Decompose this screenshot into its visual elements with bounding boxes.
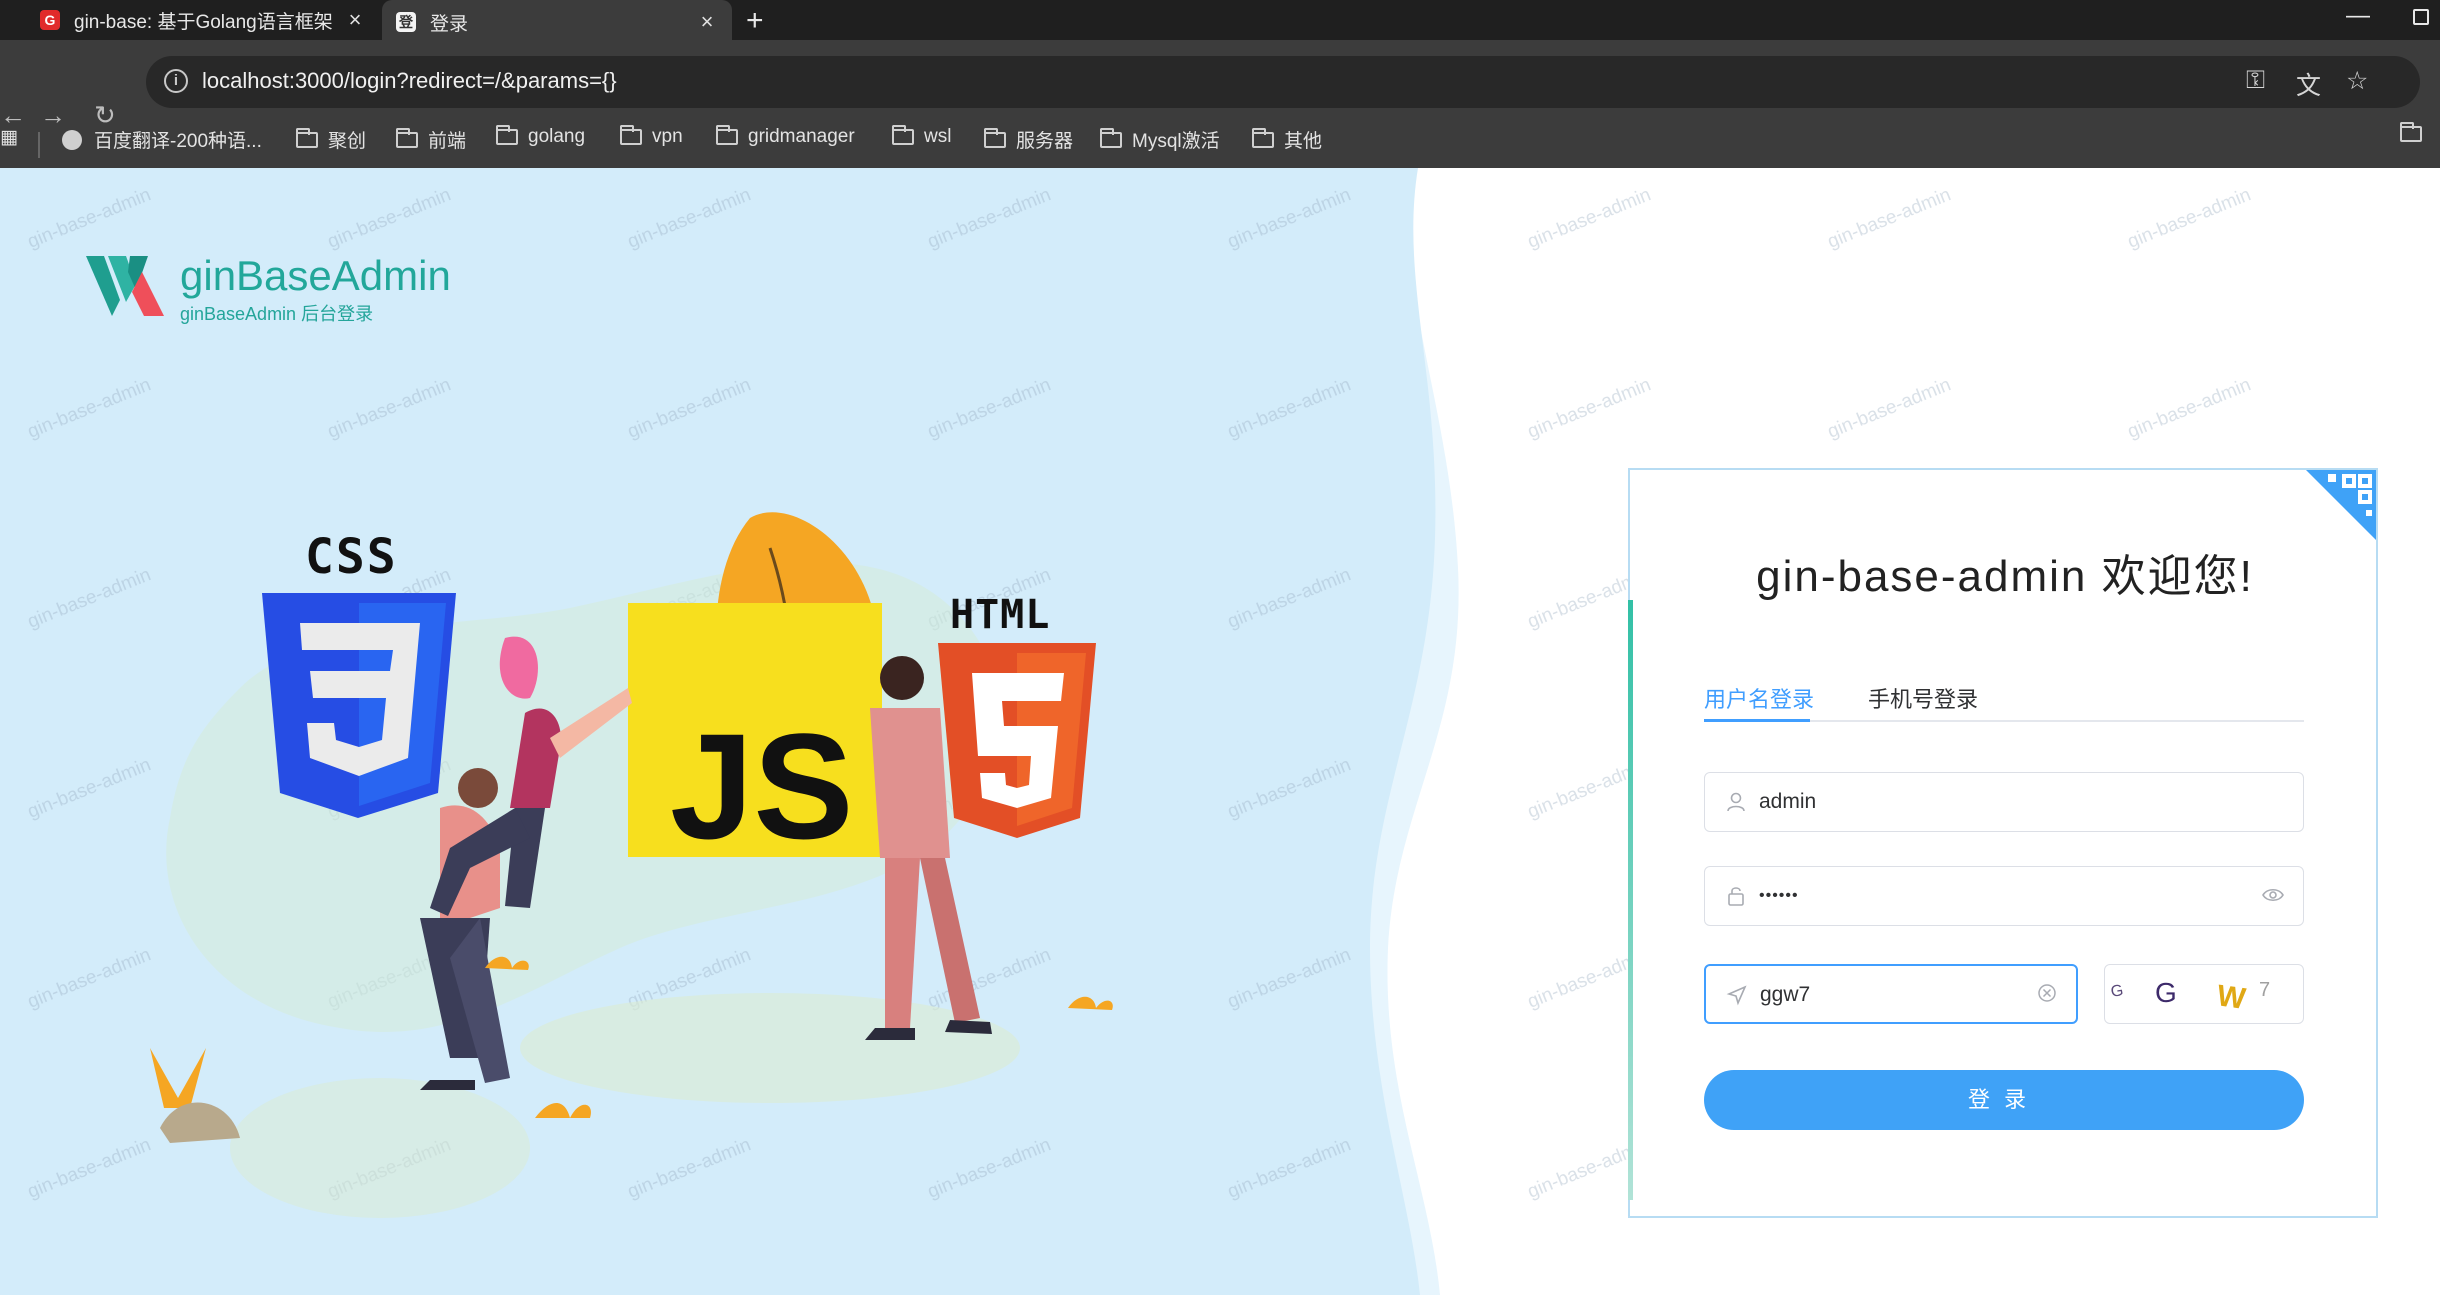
brand-subtitle: ginBaseAdmin 后台登录 xyxy=(180,304,374,324)
login-page: gin-base-admin gin-base-admin gin-base-adm… xyxy=(0,168,2440,1295)
bookmark-folder-wsl[interactable]: wsl xyxy=(892,125,952,148)
login-submit-button[interactable]: 登录 xyxy=(1704,1070,2304,1130)
folder-icon xyxy=(396,127,418,148)
bookmark-folder-vpn[interactable]: vpn xyxy=(620,125,683,148)
login-favicon-icon: 登 xyxy=(396,12,416,32)
captcha-char: 7 xyxy=(2259,979,2271,1001)
card-accent-bar xyxy=(1628,600,1633,1200)
tab-username-login[interactable]: 用户名登录 xyxy=(1704,682,1814,714)
tab-title: 登录 xyxy=(430,13,469,35)
qr-code-corner-icon[interactable] xyxy=(2306,470,2376,540)
watermark-text: gin-base-admin xyxy=(2124,184,2254,253)
folder-icon xyxy=(496,125,518,145)
bookmark-folder-frontend[interactable]: 前端 xyxy=(396,126,466,153)
active-tab-indicator xyxy=(1704,719,1810,722)
login-card: gin-base-admin 欢迎您! 用户名登录 手机号登录 admin ••… xyxy=(1628,468,2378,1218)
folder-icon xyxy=(620,125,642,145)
folder-icon xyxy=(1252,127,1274,148)
username-value: admin xyxy=(1759,790,1817,813)
address-bar[interactable]: i localhost:3000/login?redirect=/&params… xyxy=(146,56,2420,108)
bookmark-folder-gridmanager[interactable]: gridmanager xyxy=(716,125,855,148)
bookmark-folder-juchuang[interactable]: 聚创 xyxy=(296,126,366,153)
folder-icon xyxy=(2400,122,2422,142)
login-heading: gin-base-admin 欢迎您! xyxy=(1756,552,2254,601)
restore-window-button[interactable] xyxy=(2413,9,2429,25)
watermark-text: gin-base-admin xyxy=(1824,374,1954,443)
captcha-char: G xyxy=(2109,982,2125,1001)
clear-circle-icon[interactable] xyxy=(2036,982,2058,1010)
site-info-icon[interactable]: i xyxy=(164,69,188,93)
bookmark-folder-servers[interactable]: 服务器 xyxy=(984,126,1073,153)
js-label: JS xyxy=(670,702,853,870)
captcha-input[interactable]: ggw7 xyxy=(1704,964,2078,1024)
watermark-text: gin-base-admin xyxy=(1524,184,1654,253)
bookmark-label: 前端 xyxy=(428,131,467,152)
captcha-char: W xyxy=(2214,979,2248,1016)
html-label: HTML xyxy=(950,592,1050,638)
globe-icon xyxy=(62,129,82,150)
bookmark-folder-overflow[interactable] xyxy=(2400,122,2432,142)
tab-login[interactable]: 登 登录 × xyxy=(382,0,732,44)
captcha-image[interactable]: G G W 7 xyxy=(2104,964,2304,1024)
web-tech-illustration: JS CSS HTML xyxy=(150,512,1113,1218)
bookmarks-bar: ▦ 百度翻译-200种语... 聚创 前端 golang vpn gridman… xyxy=(0,120,2440,160)
bookmark-label: golang xyxy=(528,126,586,147)
bookmark-folder-golang[interactable]: golang xyxy=(496,125,586,148)
folder-icon xyxy=(296,127,318,148)
login-tabs: 用户名登录 手机号登录 xyxy=(1704,682,2304,722)
eye-icon[interactable] xyxy=(2261,883,2285,913)
bookmark-folder-other[interactable]: 其他 xyxy=(1252,126,1322,153)
folder-icon xyxy=(1100,127,1122,148)
bookmark-label: 百度翻译-200种语... xyxy=(94,131,262,152)
password-input[interactable]: •••••• xyxy=(1704,866,2304,926)
watermark-text: gin-base-admin xyxy=(1524,374,1654,443)
bookmark-label: 其他 xyxy=(1284,131,1323,152)
user-icon xyxy=(1725,791,1747,813)
bookmark-folder-mysql[interactable]: Mysql激活 xyxy=(1100,126,1220,153)
send-icon xyxy=(1726,984,1748,1006)
browser-tab-strip: G gin-base: 基于Golang语言框架 × 登 登录 × + — xyxy=(0,0,2440,44)
close-tab-icon[interactable]: × xyxy=(340,7,370,33)
bookmark-label: vpn xyxy=(652,126,683,147)
close-tab-icon[interactable]: × xyxy=(692,9,722,35)
brand-name: ginBaseAdmin xyxy=(180,252,451,299)
tab-gin-base[interactable]: G gin-base: 基于Golang语言框架 × xyxy=(20,0,380,40)
captcha-char: G xyxy=(2155,977,2177,1008)
bookmark-label: Mysql激活 xyxy=(1132,131,1220,152)
folder-icon xyxy=(716,125,738,145)
watermark-text: gin-base-admin xyxy=(2124,374,2254,443)
bookmark-label: wsl xyxy=(924,126,952,147)
translate-icon[interactable]: 文 xyxy=(2296,66,2321,102)
minimize-window-button[interactable]: — xyxy=(2346,2,2370,30)
password-value: •••••• xyxy=(1759,887,1799,904)
lock-icon xyxy=(1725,885,1747,907)
password-key-icon[interactable]: ⚿ xyxy=(2246,66,2265,95)
watermark-text: gin-base-admin xyxy=(1824,184,1954,253)
brand-header: ginBaseAdmin ginBaseAdmin 后台登录 xyxy=(86,254,451,326)
bookmark-baidu-translate[interactable]: 百度翻译-200种语... xyxy=(62,126,262,153)
gin-favicon-icon: G xyxy=(40,10,60,30)
apps-grid-icon[interactable]: ▦ xyxy=(0,126,18,149)
browser-toolbar: ← → ↻ i localhost:3000/login?redirect=/&… xyxy=(0,40,2440,168)
folder-icon xyxy=(892,125,914,145)
bookmarks-divider xyxy=(38,132,40,158)
gin-base-admin-logo xyxy=(86,256,164,316)
new-tab-button[interactable]: + xyxy=(746,4,764,38)
tab-title: gin-base: 基于Golang语言框架 xyxy=(74,11,333,33)
css-label: CSS xyxy=(305,529,398,585)
bookmark-label: 聚创 xyxy=(328,131,367,152)
captcha-value: ggw7 xyxy=(1760,983,1811,1006)
bookmark-label: gridmanager xyxy=(748,126,855,147)
bookmark-label: 服务器 xyxy=(1016,131,1074,152)
folder-icon xyxy=(984,127,1006,148)
tab-phone-login[interactable]: 手机号登录 xyxy=(1868,682,1978,714)
username-input[interactable]: admin xyxy=(1704,772,2304,832)
bookmark-star-icon[interactable]: ☆ xyxy=(2346,66,2368,96)
url-text[interactable]: localhost:3000/login?redirect=/&params={… xyxy=(202,68,617,94)
